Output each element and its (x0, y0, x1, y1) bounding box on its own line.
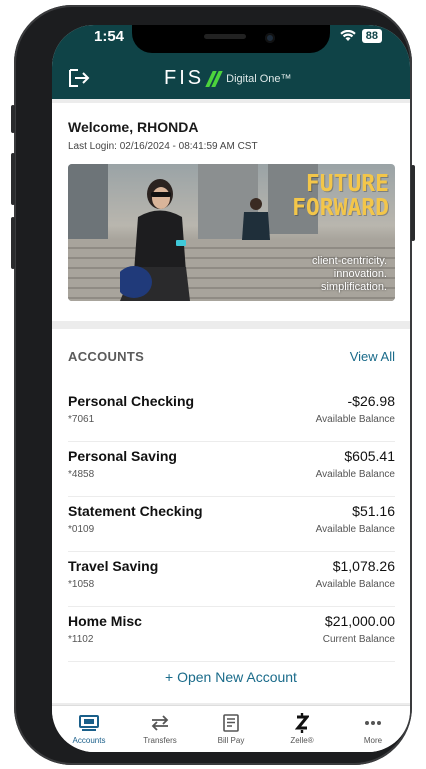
account-number: *1102 (68, 634, 94, 645)
welcome-card: Welcome, RHONDA Last Login: 02/16/2024 -… (52, 103, 410, 321)
tab-label: Bill Pay (217, 736, 245, 745)
tab-more[interactable]: More (343, 712, 403, 745)
account-balance-type: Available Balance (315, 524, 395, 535)
banner-headline: FUTURE FORWARD (292, 172, 389, 220)
account-balance-type: Current Balance (322, 634, 395, 645)
banner-person (120, 179, 190, 301)
wifi-icon (340, 30, 356, 41)
brand-mark (205, 70, 223, 87)
account-name: Personal Saving (68, 448, 177, 464)
transfers-icon (151, 715, 169, 731)
app-header: FIS Digital One™ (52, 59, 410, 99)
banner-headline-line-2: FORWARD (292, 195, 389, 221)
account-number: *7061 (68, 414, 95, 425)
battery-indicator: 88 (361, 29, 382, 43)
more-icon (365, 721, 381, 725)
product-name: Digital One™ (226, 72, 292, 85)
account-amount: $605.41 (344, 448, 395, 464)
account-name: Travel Saving (68, 558, 159, 574)
account-number: *4858 (68, 469, 95, 480)
zelle-icon (295, 713, 309, 733)
speaker (204, 34, 246, 39)
banner-tagline: client-centricity. innovation. simplific… (312, 255, 387, 294)
tab-label: Transfers (143, 736, 177, 745)
tab-bill-pay[interactable]: Bill Pay (201, 712, 261, 745)
banner-tagline-1: client-centricity. (312, 255, 387, 267)
banner-person-background (242, 198, 270, 240)
account-balance-type: Available Balance (315, 469, 395, 480)
tab-label: Zelle® (290, 736, 314, 745)
phone-screen: 1:54 88 FIS Digital One™ Welcome, RHONDA… (52, 25, 410, 752)
welcome-title: Welcome, RHONDA (68, 119, 199, 135)
account-balance-type: Available Balance (315, 414, 395, 425)
tab-zelle[interactable]: Zelle® (272, 712, 332, 745)
status-icons: 88 (340, 29, 382, 43)
account-number: *1058 (68, 579, 95, 590)
account-amount: -$26.98 (347, 393, 395, 409)
tab-transfers[interactable]: Transfers (130, 712, 190, 745)
brand-name: FIS (164, 67, 205, 89)
tab-label: Accounts (72, 736, 106, 745)
account-number: *0109 (68, 524, 95, 535)
account-row[interactable]: Statement Checking *0109 $51.16 Availabl… (68, 497, 395, 552)
power-button (411, 165, 415, 241)
camera (265, 33, 275, 43)
tab-accounts[interactable]: Accounts (59, 712, 119, 745)
account-name: Personal Checking (68, 393, 195, 409)
open-new-account-button[interactable]: + Open New Account (52, 669, 410, 685)
tab-label: More (363, 736, 383, 745)
last-login: Last Login: 02/16/2024 - 08:41:59 AM CST (68, 141, 258, 152)
promo-banner[interactable]: FUTURE FORWARD client-centricity. innova… (68, 164, 395, 301)
status-time: 1:54 (94, 28, 125, 45)
account-row[interactable]: Personal Saving *4858 $605.41 Available … (68, 442, 395, 497)
mute-switch (11, 105, 15, 133)
bottom-tab-bar: Accounts Transfers Bill Pay Zelle® More (52, 705, 410, 752)
account-amount: $1,078.26 (332, 558, 395, 574)
banner-building (68, 164, 108, 244)
notch (132, 25, 330, 53)
logout-icon[interactable] (68, 68, 90, 88)
account-row[interactable]: Home Misc *1102 $21,000.00 Current Balan… (68, 607, 395, 662)
account-amount: $51.16 (352, 503, 395, 519)
account-name: Statement Checking (68, 503, 203, 519)
brand-logo: FIS Digital One™ (164, 67, 292, 90)
accounts-card: ACCOUNTS View All Personal Checking *706… (52, 329, 410, 703)
volume-up-button (11, 153, 15, 205)
main-content[interactable]: Welcome, RHONDA Last Login: 02/16/2024 -… (52, 99, 410, 705)
account-amount: $21,000.00 (324, 613, 395, 629)
account-row[interactable]: Personal Checking *7061 -$26.98 Availabl… (68, 387, 395, 442)
accounts-heading: ACCOUNTS (68, 349, 145, 364)
account-balance-type: Available Balance (315, 579, 395, 590)
banner-headline-line-1: FUTURE (305, 171, 389, 197)
banner-tagline-3: simplification. (320, 281, 387, 293)
accounts-icon (79, 715, 99, 731)
account-name: Home Misc (68, 613, 142, 629)
phone-frame: 1:54 88 FIS Digital One™ Welcome, RHONDA… (11, 5, 415, 765)
account-row[interactable]: Travel Saving *1058 $1,078.26 Available … (68, 552, 395, 607)
volume-down-button (11, 217, 15, 269)
bill-pay-icon (223, 714, 239, 732)
banner-tagline-2: innovation. (333, 268, 387, 280)
view-all-link[interactable]: View All (350, 349, 395, 364)
